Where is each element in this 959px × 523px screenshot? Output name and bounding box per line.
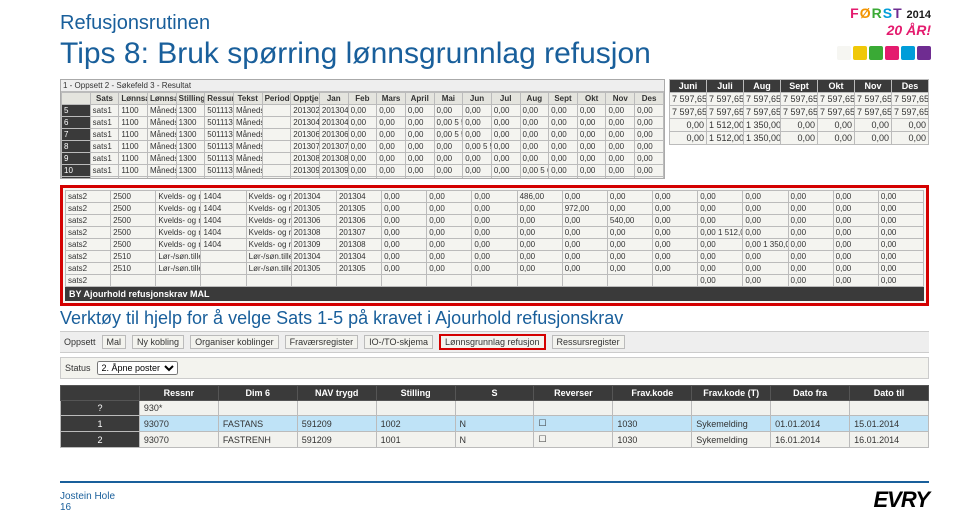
lower-table: RessnrDim 6NAV trygdStillingSReverserFra…: [60, 385, 929, 448]
tab-organiser[interactable]: Organiser koblinger: [190, 335, 279, 349]
tab-lonnsgrunnlag[interactable]: Lønnsgrunnlag refusjon: [439, 334, 546, 350]
status-select[interactable]: 2. Åpne poster: [97, 361, 178, 375]
slide-subtitle: Refusjonsrutinen: [60, 12, 929, 35]
status-row: Status 2. Åpne poster: [60, 357, 929, 379]
lower-grid: RessnrDim 6NAV trygdStillingSReverserFra…: [60, 385, 929, 448]
tabs-row: Oppsett Mal Ny kobling Organiser kobling…: [60, 331, 929, 353]
tab-nykobling[interactable]: Ny kobling: [132, 335, 184, 349]
tab-mal[interactable]: Mal: [102, 335, 127, 349]
mid-table: sats22500Kvelds- og nattillegg turnus - …: [65, 190, 924, 287]
icon-strip: [837, 46, 931, 60]
footer-left: Jostein Hole 16: [60, 491, 115, 513]
tab-ressursregister[interactable]: Ressursregister: [552, 335, 625, 349]
highlighted-section: sats22500Kvelds- og nattillegg turnus - …: [60, 185, 929, 306]
slide-title: Tips 8: Bruk spørring lønnsgrunnlag refu…: [60, 37, 929, 71]
brand-logo: FØRST 2014 20 ÅR!: [850, 6, 931, 37]
upper-table: SatsLønnsartLønnsart(T)StillingRessursTe…: [61, 92, 664, 179]
upper-grid: 1 - Oppsett 2 - Søkefeld 3 - Resultat Sa…: [60, 79, 665, 179]
evry-logo: EVRY: [873, 487, 929, 513]
status-label: Status: [65, 363, 91, 373]
tab-fravaer[interactable]: Fraværsregister: [285, 335, 359, 349]
side-summary-table: JuniJuliAugSeptOktNovDes7 597,657 597,65…: [669, 79, 929, 145]
overlay-caption: Verktøy til hjelp for å velge Sats 1-5 p…: [60, 306, 929, 331]
tabs-label: Oppsett: [64, 337, 96, 347]
tab-io-to[interactable]: IO-/TO-skjema: [364, 335, 433, 349]
mid-footer-label: BY Ajourhold refusjonskrav MAL: [65, 287, 924, 301]
